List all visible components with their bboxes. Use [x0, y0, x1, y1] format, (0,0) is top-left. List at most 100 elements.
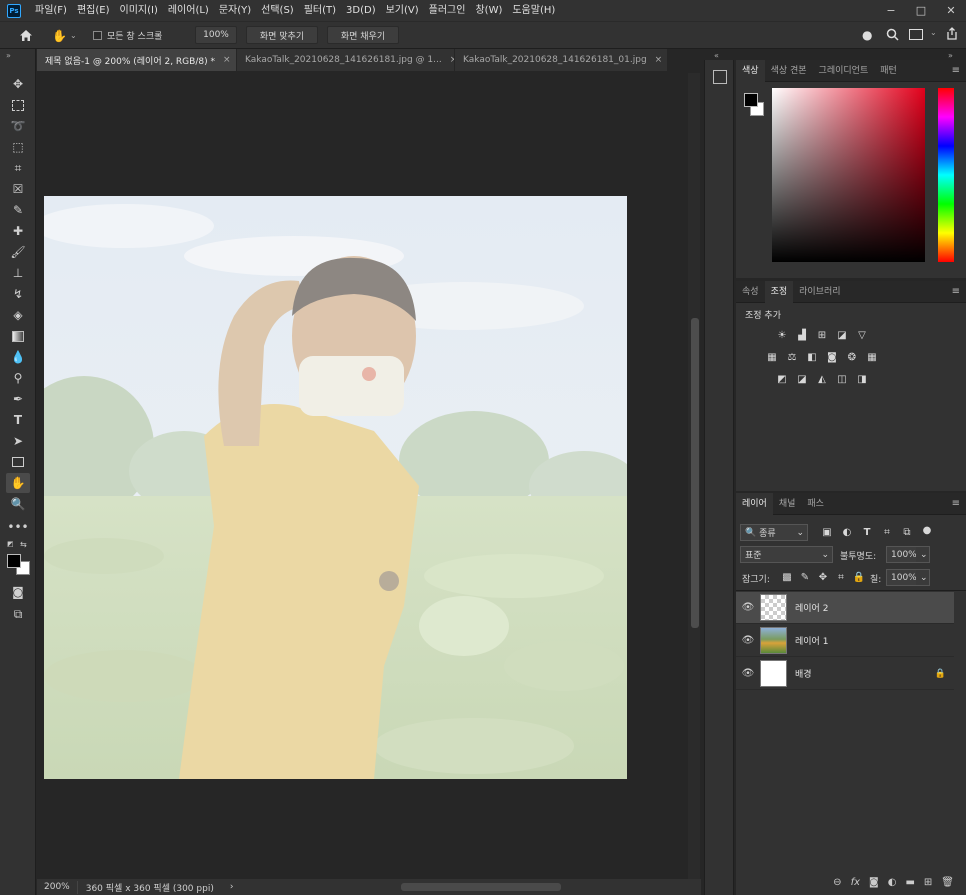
menu-filter[interactable]: 필터(T): [299, 0, 341, 21]
posterize-icon[interactable]: ◪: [795, 373, 809, 385]
tab-channels[interactable]: 채널: [773, 493, 802, 515]
menu-view[interactable]: 보기(V): [381, 0, 424, 21]
menu-help[interactable]: 도움말(H): [507, 0, 560, 21]
zoom-100-button[interactable]: 100%: [195, 26, 237, 44]
layer-row-layer-2[interactable]: 👁 레이어 2: [736, 592, 954, 624]
color-lookup-icon[interactable]: ▦: [865, 351, 879, 363]
tab-paths[interactable]: 패스: [801, 493, 830, 515]
type-tool-icon[interactable]: T: [6, 410, 30, 430]
tab-swatches[interactable]: 색상 견본: [765, 60, 813, 82]
history-brush-tool-icon[interactable]: ↯: [6, 284, 30, 304]
screen-mode-icon[interactable]: ⧉: [6, 604, 30, 624]
tab-untitled-1[interactable]: 제목 없음-1 @ 200% (레이어 2, RGB/8) * ×: [37, 49, 237, 71]
selective-color-icon[interactable]: ◨: [855, 373, 869, 385]
fx-icon[interactable]: fx: [851, 877, 860, 888]
threshold-icon[interactable]: ◭: [815, 373, 829, 385]
add-mask-icon[interactable]: ◙: [869, 877, 879, 888]
tab-libraries[interactable]: 라이브러리: [793, 281, 846, 303]
menu-plugins[interactable]: 플러그인: [424, 0, 471, 21]
eraser-tool-icon[interactable]: ◈: [6, 305, 30, 325]
blur-tool-icon[interactable]: 💧: [6, 347, 30, 367]
vibrance-icon[interactable]: ▽: [855, 329, 869, 341]
horizontal-scrollbar-thumb[interactable]: [401, 883, 562, 891]
layer-row-background[interactable]: 👁 배경 🔒: [736, 658, 954, 690]
hand-tool-icon[interactable]: ✋: [6, 473, 30, 493]
default-colors-icon[interactable]: ◩: [7, 540, 14, 548]
fit-screen-button[interactable]: 화면 맞추기: [246, 26, 318, 44]
tab-kakaotalk-1[interactable]: KakaoTalk_20210628_141626181.jpg @ 1...×: [237, 49, 455, 71]
workspace-icon[interactable]: [909, 29, 923, 40]
menu-image[interactable]: 이미지(I): [115, 0, 163, 21]
fill-screen-button[interactable]: 화면 채우기: [327, 26, 399, 44]
layer-name[interactable]: 레이어 1: [795, 634, 828, 647]
new-layer-icon[interactable]: ⊞: [924, 877, 932, 888]
filter-shape-icon[interactable]: ⌗: [880, 526, 894, 538]
color-balance-icon[interactable]: ⚖: [785, 351, 799, 363]
expand-dock-icon[interactable]: «: [714, 51, 719, 60]
healing-brush-tool-icon[interactable]: ✚: [6, 221, 30, 241]
collapse-toolbar-icon[interactable]: »: [6, 51, 11, 60]
visibility-eye-icon[interactable]: 👁: [736, 635, 760, 646]
close-icon[interactable]: ×: [655, 55, 663, 65]
tab-patterns[interactable]: 패턴: [874, 60, 903, 82]
rectangle-tool-icon[interactable]: [6, 452, 30, 472]
layer-name[interactable]: 레이어 2: [795, 601, 828, 614]
link-layers-icon[interactable]: ⊖: [833, 877, 841, 888]
menu-type[interactable]: 문자(Y): [214, 0, 256, 21]
color-field[interactable]: [772, 88, 925, 262]
layer-filter-select[interactable]: 🔍 종류 ⌄: [740, 524, 808, 541]
black-white-icon[interactable]: ◧: [805, 351, 819, 363]
document-canvas[interactable]: [44, 196, 627, 779]
lock-transparent-icon[interactable]: ▩: [780, 571, 794, 583]
eyedropper-tool-icon[interactable]: ✎: [6, 200, 30, 220]
menu-file[interactable]: 파일(F): [30, 0, 72, 21]
exposure-icon[interactable]: ◪: [835, 329, 849, 341]
pen-tool-icon[interactable]: ✒: [6, 389, 30, 409]
crop-tool-icon[interactable]: ⌗: [6, 158, 30, 178]
channel-mixer-icon[interactable]: ❂: [845, 351, 859, 363]
tab-adjustments[interactable]: 조정: [764, 280, 794, 303]
home-icon[interactable]: [16, 27, 36, 44]
delete-layer-icon[interactable]: 🗑: [941, 877, 954, 888]
lock-position-icon[interactable]: ✥: [816, 571, 830, 583]
menu-edit[interactable]: 편집(E): [72, 0, 115, 21]
hue-saturation-icon[interactable]: ▦: [765, 351, 779, 363]
zoom-tool-icon[interactable]: 🔍: [6, 494, 30, 514]
frame-tool-icon[interactable]: ☒: [6, 179, 30, 199]
opacity-dropdown[interactable]: ⌄: [916, 546, 930, 563]
photo-filter-icon[interactable]: ◙: [825, 351, 839, 363]
quick-mask-icon[interactable]: ◙: [6, 582, 30, 602]
maximize-button[interactable]: □: [906, 0, 936, 21]
collapse-dock-icon[interactable]: »: [948, 51, 953, 60]
invert-icon[interactable]: ◩: [775, 373, 789, 385]
path-selection-tool-icon[interactable]: ➤: [6, 431, 30, 451]
brightness-icon[interactable]: ☀: [775, 329, 789, 341]
lock-all-icon[interactable]: 🔒: [852, 571, 866, 583]
close-window-button[interactable]: ✕: [936, 0, 966, 21]
lasso-tool-icon[interactable]: ➰: [6, 116, 30, 136]
tab-properties[interactable]: 속성: [736, 281, 765, 303]
lock-image-icon[interactable]: ✎: [798, 571, 812, 583]
menu-select[interactable]: 선택(S): [256, 0, 299, 21]
lock-artboard-icon[interactable]: ⌗: [834, 571, 848, 583]
share-user-icon[interactable]: ●: [862, 28, 872, 42]
panel-menu-icon[interactable]: ≡: [952, 65, 960, 76]
chevron-down-icon[interactable]: ⌄: [930, 28, 937, 37]
visibility-eye-icon[interactable]: 👁: [736, 602, 760, 613]
clone-stamp-tool-icon[interactable]: ⊥: [6, 263, 30, 283]
menu-window[interactable]: 창(W): [470, 0, 507, 21]
dodge-tool-icon[interactable]: ⚲: [6, 368, 30, 388]
minimize-button[interactable]: −: [876, 0, 906, 21]
zoom-level[interactable]: 200%: [37, 882, 77, 892]
levels-icon[interactable]: ▟: [795, 329, 809, 341]
gradient-map-icon[interactable]: ◫: [835, 373, 849, 385]
move-tool-icon[interactable]: ✥: [6, 74, 30, 94]
tab-gradients[interactable]: 그레이디언트: [813, 60, 875, 82]
vertical-scrollbar-thumb[interactable]: [691, 318, 699, 628]
hand-tool-preset-icon[interactable]: ✋ ⌄: [52, 27, 80, 44]
blend-mode-select[interactable]: 표준 ⌄: [740, 546, 833, 563]
panel-menu-icon[interactable]: ≡: [952, 286, 960, 297]
curves-icon[interactable]: ⊞: [815, 329, 829, 341]
share-icon[interactable]: [946, 27, 958, 43]
menu-3d[interactable]: 3D(D): [341, 0, 381, 21]
